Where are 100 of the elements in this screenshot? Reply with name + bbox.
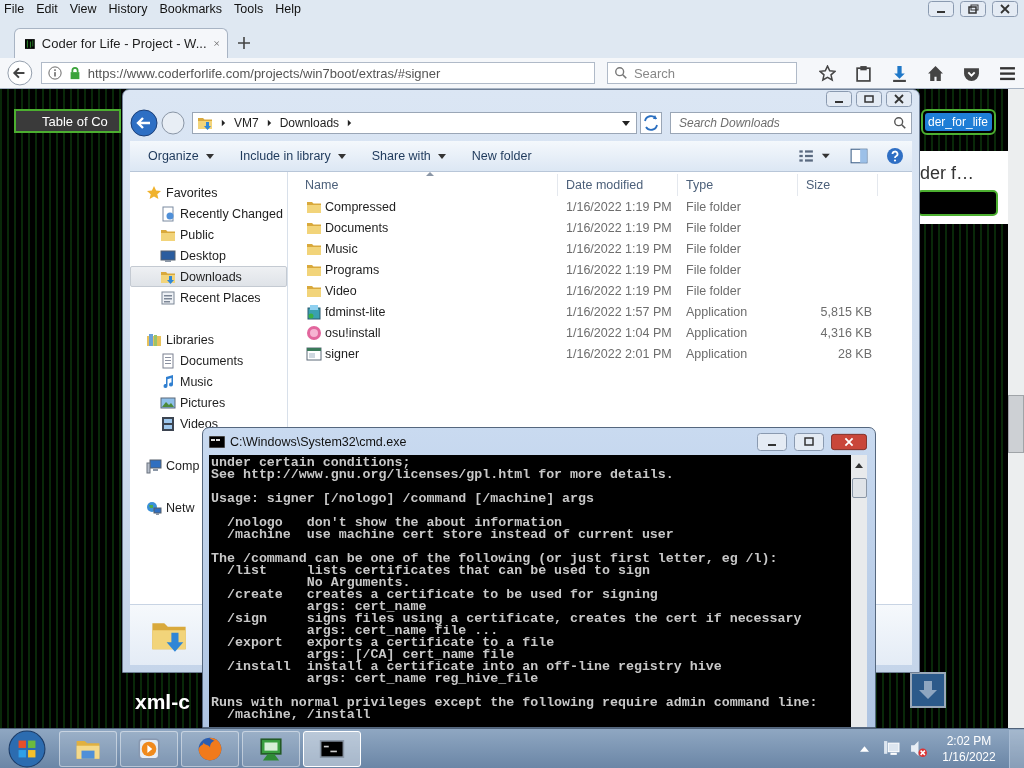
- column-header[interactable]: Date modified: [558, 174, 678, 196]
- back-icon[interactable]: [7, 60, 33, 86]
- view-options-icon[interactable]: [796, 147, 832, 165]
- date-cell-text: 1/16/2022 2:01 PM: [565, 346, 673, 361]
- toolbar-button[interactable]: Organize: [140, 145, 222, 167]
- nav-item[interactable]: Videos: [130, 413, 219, 434]
- toolbar-button[interactable]: New folder: [463, 145, 540, 167]
- nav-item[interactable]: Recent Places: [130, 287, 262, 308]
- console-line: /create creates a certificate to be used for signing: [225, 589, 659, 601]
- file-name: Video: [325, 283, 357, 298]
- file-row[interactable]: Video 1/16/2022 1:19 PM File folder: [288, 280, 912, 301]
- dropdown-icon[interactable]: [205, 153, 214, 159]
- computer-icon: [146, 457, 162, 474]
- nav-item[interactable]: Recently Changed: [130, 203, 284, 224]
- file-row[interactable]: Compressed 1/16/2022 1:19 PM File folder: [288, 196, 912, 217]
- type-cell-text: File folder: [685, 220, 742, 235]
- file-row[interactable]: Documents 1/16/2022 1:19 PM File folder: [288, 217, 912, 238]
- back-icon[interactable]: [130, 109, 158, 137]
- file-row[interactable]: Music 1/16/2022 1:19 PM File folder: [288, 238, 912, 259]
- show-hidden-icons-icon[interactable]: [860, 745, 869, 752]
- chevron-icon[interactable]: [347, 119, 353, 127]
- nav-item[interactable]: Comp: [130, 455, 201, 476]
- nav-item[interactable]: Desktop: [130, 245, 227, 266]
- close-icon[interactable]: [831, 432, 867, 451]
- close-icon[interactable]: [886, 91, 912, 107]
- close-icon[interactable]: [992, 1, 1018, 17]
- nav-item[interactable]: Music: [130, 371, 214, 392]
- menu-item[interactable]: History: [108, 2, 148, 16]
- toolbar-button[interactable]: Share with: [363, 145, 454, 167]
- restore-icon[interactable]: [960, 1, 986, 17]
- menu-item[interactable]: View: [69, 2, 97, 16]
- address-bar[interactable]: VM7 Downloads: [192, 112, 637, 134]
- scroll-thumb[interactable]: [851, 478, 867, 498]
- console-line: under certain conditions;: [211, 457, 411, 469]
- minimize-icon[interactable]: [928, 1, 954, 17]
- menu-item[interactable]: Edit: [36, 2, 58, 16]
- dropdown-icon[interactable]: [437, 153, 446, 159]
- monitor-icon: [258, 735, 284, 762]
- console-line: /nologo don't show the about information: [225, 517, 563, 529]
- start-icon[interactable]: [8, 729, 46, 768]
- muted-volume-icon[interactable]: [910, 740, 927, 757]
- refresh-icon[interactable]: [640, 112, 662, 134]
- nav-item[interactable]: Libraries: [130, 329, 215, 350]
- minimize-icon[interactable]: [757, 432, 787, 451]
- preview-pane-icon[interactable]: [850, 147, 868, 165]
- address-field[interactable]: https://www.coderforlife.com/projects/win7boot/extras/#signer: [40, 62, 595, 84]
- home-icon[interactable]: [927, 64, 944, 82]
- column-header[interactable]: Size: [798, 174, 878, 196]
- breadcrumb-item[interactable]: Downloads: [279, 116, 340, 130]
- help-icon[interactable]: [886, 147, 904, 165]
- chevron-icon[interactable]: [266, 119, 272, 127]
- download-icon[interactable]: [891, 64, 908, 82]
- file-row[interactable]: signer 1/16/2022 2:01 PM Application 28 KB: [288, 343, 912, 364]
- table-of-contents-button[interactable]: Table of Co: [14, 109, 121, 133]
- star-icon[interactable]: [819, 64, 836, 82]
- dropdown-icon[interactable]: [622, 120, 630, 126]
- scroll-up-icon[interactable]: [855, 463, 863, 468]
- type-cell-text: Application: [685, 346, 749, 361]
- console-line: /export exports a certificate to a file: [225, 637, 556, 649]
- console-line: args: [/CA] cert_name file: [305, 649, 516, 661]
- column-header[interactable]: Type: [678, 174, 798, 196]
- breadcrumb-item[interactable]: VM7: [234, 116, 259, 130]
- search-field[interactable]: Search Downloads: [670, 112, 912, 134]
- dropdown-icon[interactable]: [337, 153, 346, 159]
- file-row[interactable]: osu!install 1/16/2022 1:04 PM Application 4,316 KB: [288, 322, 912, 343]
- file-row[interactable]: fdminst-lite 1/16/2022 1:57 PM Application 5,815 KB: [288, 301, 912, 322]
- menu-item[interactable]: Help: [275, 2, 301, 16]
- taskbar-button[interactable]: [242, 730, 300, 767]
- application-window-icon: [306, 345, 322, 362]
- nav-item[interactable]: Favorites: [130, 182, 219, 203]
- installer-icon: [306, 303, 322, 320]
- menu-icon[interactable]: [999, 64, 1016, 82]
- type-cell-text: File folder: [685, 283, 742, 298]
- file-row[interactable]: Programs 1/16/2022 1:19 PM File folder: [288, 259, 912, 280]
- date-cell-text: 1/16/2022 1:04 PM: [565, 325, 673, 340]
- maximize-icon[interactable]: [856, 91, 882, 107]
- download-folder-icon: [197, 115, 213, 131]
- menu-item[interactable]: File: [4, 2, 25, 16]
- nav-item[interactable]: Netw: [130, 497, 196, 518]
- search-icon: [893, 116, 907, 130]
- search-field[interactable]: Search: [606, 62, 797, 84]
- minimize-icon[interactable]: [826, 91, 852, 107]
- user-button[interactable]: der_for_life: [925, 113, 993, 131]
- new-tab-icon[interactable]: [238, 37, 250, 49]
- maximize-icon[interactable]: [794, 432, 824, 451]
- nav-item[interactable]: Downloads: [130, 266, 287, 287]
- nav-item[interactable]: Public: [130, 224, 216, 245]
- browser-tab[interactable]: Coder for Life - Project - W...: [14, 28, 228, 58]
- menu-item[interactable]: Bookmarks: [159, 2, 222, 16]
- clipboard-icon[interactable]: [855, 64, 872, 82]
- date-cell-text: 1/16/2022 1:19 PM: [565, 199, 673, 214]
- scrollbar[interactable]: [851, 455, 867, 727]
- network-icon[interactable]: [883, 740, 900, 757]
- chevron-icon[interactable]: [221, 119, 226, 127]
- nav-item[interactable]: Documents: [130, 350, 245, 371]
- menu-item[interactable]: Tools: [234, 2, 264, 16]
- taskbar-button[interactable]: [303, 730, 361, 767]
- scrollbar[interactable]: [1008, 89, 1024, 728]
- toolbar-button[interactable]: Include in library: [231, 145, 354, 167]
- nav-item[interactable]: Pictures: [130, 392, 227, 413]
